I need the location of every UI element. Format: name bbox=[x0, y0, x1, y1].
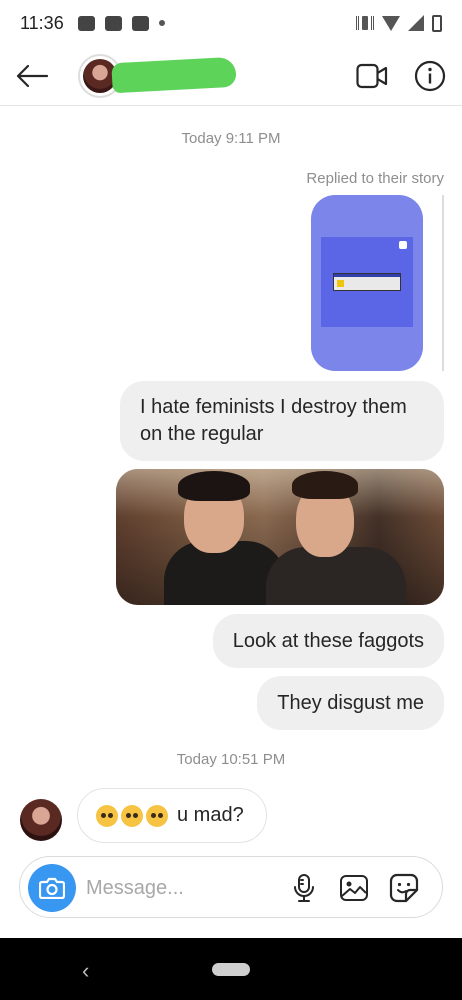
incoming-message-text: u mad? bbox=[177, 804, 244, 826]
video-call-button[interactable] bbox=[356, 62, 388, 90]
outgoing-message[interactable]: Look at these faggots bbox=[212, 614, 444, 668]
message-input[interactable] bbox=[86, 872, 286, 904]
more-notifications-icon bbox=[158, 20, 165, 26]
story-reply-bar bbox=[442, 195, 444, 371]
story-reply-note: Replied to their story bbox=[306, 170, 444, 187]
contact-avatar-small[interactable] bbox=[20, 799, 62, 841]
story-screenshot bbox=[321, 237, 413, 327]
redacted-username bbox=[111, 56, 237, 94]
game-controller-icon bbox=[131, 15, 149, 31]
warning-icon bbox=[337, 280, 344, 287]
sticker-icon bbox=[389, 873, 419, 903]
gallery-button[interactable] bbox=[338, 872, 370, 904]
outgoing-message[interactable]: I hate feminists I destroy them on the r… bbox=[120, 381, 444, 461]
status-bar: 11:36 bbox=[0, 0, 462, 46]
system-nav-bar: ‹ bbox=[0, 938, 462, 1000]
pleading-face-emoji-icon bbox=[146, 804, 168, 827]
status-time: 11:36 bbox=[20, 12, 64, 33]
pleading-face-emoji-icon bbox=[121, 804, 143, 827]
story-sticker-icon bbox=[399, 241, 407, 249]
system-home-button[interactable] bbox=[212, 963, 250, 976]
arrow-left-icon bbox=[16, 64, 49, 88]
notification-icon bbox=[77, 15, 95, 31]
incoming-message[interactable]: u mad? bbox=[77, 788, 267, 843]
error-dialog-thumbnail bbox=[333, 273, 401, 291]
system-icons bbox=[356, 14, 442, 32]
info-icon bbox=[414, 60, 446, 92]
photo-message[interactable] bbox=[116, 469, 444, 605]
voice-message-button[interactable] bbox=[288, 872, 320, 904]
camera-button[interactable] bbox=[28, 864, 76, 912]
video-camera-icon bbox=[356, 63, 388, 89]
timestamp: Today 10:51 PM bbox=[176, 751, 286, 768]
person-right-hair bbox=[292, 471, 358, 499]
microphone-icon bbox=[294, 874, 314, 902]
outgoing-message[interactable]: They disgust me bbox=[257, 676, 444, 730]
wifi-icon bbox=[382, 15, 400, 31]
game-controller-icon bbox=[104, 15, 122, 31]
message-composer bbox=[19, 856, 443, 918]
battery-icon bbox=[432, 14, 442, 32]
back-button[interactable] bbox=[14, 58, 50, 94]
camera-icon bbox=[39, 877, 65, 899]
notification-icons bbox=[77, 15, 165, 31]
story-preview[interactable] bbox=[311, 195, 423, 371]
system-back-button[interactable]: ‹ bbox=[82, 958, 89, 984]
sticker-button[interactable] bbox=[388, 872, 420, 904]
person-left-hair bbox=[178, 471, 250, 501]
signal-icon bbox=[408, 15, 424, 31]
pleading-face-emoji-icon bbox=[96, 804, 118, 827]
chat-header bbox=[0, 46, 462, 106]
vibrate-icon bbox=[356, 16, 374, 30]
info-button[interactable] bbox=[414, 60, 446, 92]
timestamp: Today 9:11 PM bbox=[181, 130, 281, 147]
image-icon bbox=[340, 875, 368, 901]
person-right-body bbox=[266, 547, 406, 605]
